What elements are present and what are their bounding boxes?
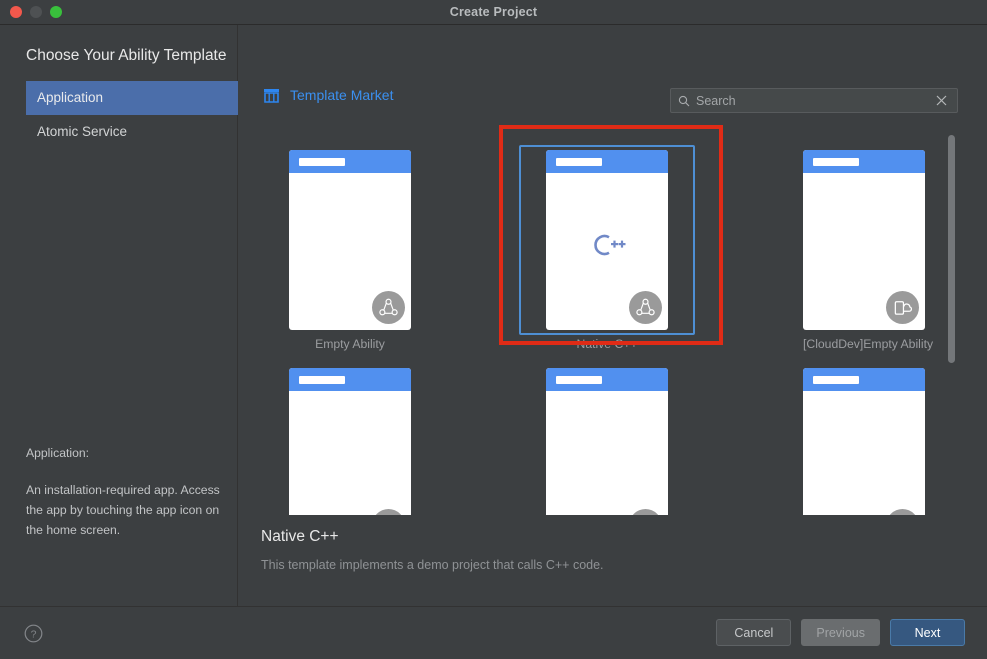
search-icon <box>671 95 690 107</box>
tablet-icon <box>629 509 662 515</box>
ability-nodes-icon <box>629 291 662 324</box>
shop-icon <box>263 88 280 103</box>
search-input[interactable] <box>696 93 929 108</box>
preview-header <box>546 368 668 391</box>
preview-header-bar <box>556 157 602 166</box>
template-market-label: Template Market <box>290 87 394 103</box>
template-grid: Empty Ability Native C++ [CloudDev]Empty… <box>239 125 949 515</box>
template-preview <box>546 150 668 330</box>
scrollbar-thumb[interactable] <box>948 135 955 363</box>
close-icon[interactable] <box>929 89 953 113</box>
template-preview <box>546 368 668 515</box>
template-card-empty-ability[interactable]: Empty Ability <box>289 150 411 351</box>
template-preview <box>289 150 411 330</box>
category-description-text: An installation-required app. Access the… <box>26 483 220 537</box>
cancel-button[interactable]: Cancel <box>716 619 792 646</box>
template-card-tablet-phone[interactable] <box>803 368 925 515</box>
template-card-clouddev-empty-ability[interactable]: [CloudDev]Empty Ability <box>803 150 934 351</box>
template-card-label: [CloudDev]Empty Ability <box>803 337 934 351</box>
category-description-heading: Application: <box>26 446 90 460</box>
dialog-body: Choose Your Ability Template Application… <box>0 25 987 606</box>
template-panel: Template Market Search Empty Ability Nat… <box>239 25 987 606</box>
template-detail-title: Native C++ <box>261 528 339 545</box>
phone-cloud-icon <box>886 291 919 324</box>
window-title: Create Project <box>449 5 538 19</box>
template-grid-viewport: Empty Ability Native C++ [CloudDev]Empty… <box>239 125 987 515</box>
preview-header <box>803 368 925 391</box>
template-detail: Native C++ This template implements a de… <box>261 528 961 572</box>
preview-header-bar <box>556 375 602 384</box>
cpp-logo-icon <box>546 232 668 258</box>
help-circle-icon[interactable]: ? <box>24 624 43 643</box>
template-market-link[interactable]: Template Market <box>263 87 393 103</box>
template-card-watch[interactable] <box>289 368 411 515</box>
dialog-footer: ? Cancel Previous Next <box>0 606 987 659</box>
left-sidebar: Choose Your Ability Template Application… <box>0 25 238 606</box>
window-titlebar: Create Project <box>0 0 987 25</box>
template-card-label: Empty Ability <box>315 337 385 351</box>
page-title: Choose Your Ability Template <box>26 47 227 64</box>
template-detail-description: This template implements a demo project … <box>261 558 604 572</box>
svg-text:?: ? <box>31 628 37 640</box>
preview-header <box>803 150 925 173</box>
category-description: Application: An installation-required ap… <box>26 443 226 540</box>
template-preview <box>289 368 411 515</box>
preview-header-bar <box>813 157 859 166</box>
preview-header-bar <box>299 375 345 384</box>
preview-header-bar <box>813 375 859 384</box>
preview-header <box>289 368 411 391</box>
search-box[interactable] <box>670 88 958 113</box>
template-card-tablet[interactable] <box>546 368 668 515</box>
sidebar-item-application[interactable]: Application <box>26 81 238 115</box>
template-preview <box>803 150 925 330</box>
template-card-native-cpp[interactable]: Native C++ <box>546 150 668 351</box>
watch-icon <box>372 509 405 515</box>
tablet-phone-icon <box>886 509 919 515</box>
preview-header <box>289 150 411 173</box>
preview-header-bar <box>299 157 345 166</box>
template-grid-scrollbar[interactable] <box>948 125 955 515</box>
sidebar-item-atomic-service[interactable]: Atomic Service <box>26 115 238 149</box>
ability-category-list: Application Atomic Service <box>26 81 238 149</box>
dialog-action-buttons: Cancel Previous Next <box>716 619 965 646</box>
template-card-label: Native C++ <box>576 337 638 351</box>
preview-header <box>546 150 668 173</box>
previous-button[interactable]: Previous <box>801 619 880 646</box>
ability-nodes-icon <box>372 291 405 324</box>
next-button[interactable]: Next <box>890 619 965 646</box>
template-preview <box>803 368 925 515</box>
